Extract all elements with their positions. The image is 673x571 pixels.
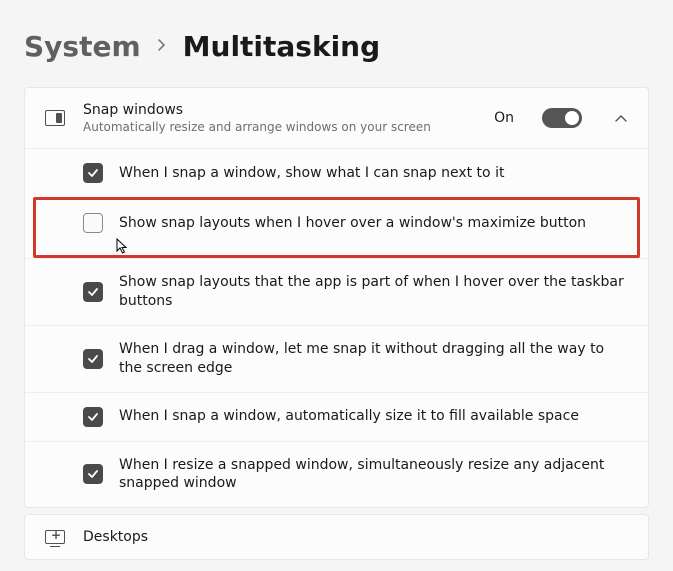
snap-option-checkbox[interactable] bbox=[83, 213, 103, 233]
snap-option-label: When I resize a snapped window, simultan… bbox=[119, 456, 628, 494]
desktops-panel[interactable]: Desktops bbox=[24, 514, 649, 560]
snap-option-checkbox[interactable] bbox=[83, 163, 103, 183]
breadcrumb: System Multitasking bbox=[24, 0, 649, 87]
snap-option-checkbox[interactable] bbox=[83, 282, 103, 302]
snap-option-checkbox[interactable] bbox=[83, 349, 103, 369]
snap-windows-icon bbox=[45, 110, 65, 126]
snap-option-checkbox[interactable] bbox=[83, 464, 103, 484]
desktops-icon bbox=[45, 530, 65, 544]
snap-option-checkbox[interactable] bbox=[83, 407, 103, 427]
breadcrumb-current: Multitasking bbox=[183, 30, 381, 63]
cursor-icon bbox=[116, 238, 130, 260]
chevron-right-icon bbox=[157, 36, 167, 57]
breadcrumb-parent[interactable]: System bbox=[24, 30, 141, 63]
snap-option-label: When I drag a window, let me snap it wit… bbox=[119, 340, 628, 378]
snap-option-row: When I resize a snapped window, simultan… bbox=[25, 441, 648, 508]
snap-option-label: Show snap layouts when I hover over a wi… bbox=[119, 214, 586, 233]
snap-option-row: Show snap layouts that the app is part o… bbox=[25, 258, 648, 325]
snap-toggle-label: On bbox=[494, 110, 514, 126]
snap-windows-subtitle: Automatically resize and arrange windows… bbox=[83, 120, 476, 134]
snap-windows-titles: Snap windows Automatically resize and ar… bbox=[83, 102, 476, 134]
snap-option-label: When I snap a window, show what I can sn… bbox=[119, 164, 504, 183]
snap-windows-header[interactable]: Snap windows Automatically resize and ar… bbox=[25, 88, 648, 148]
snap-option-row: When I snap a window, show what I can sn… bbox=[25, 148, 648, 197]
snap-windows-panel: Snap windows Automatically resize and ar… bbox=[24, 87, 649, 508]
snap-option-label: Show snap layouts that the app is part o… bbox=[119, 273, 628, 311]
desktops-title: Desktops bbox=[83, 529, 628, 545]
chevron-up-icon[interactable] bbox=[614, 109, 628, 128]
snap-option-label: When I snap a window, automatically size… bbox=[119, 407, 579, 426]
snap-toggle[interactable] bbox=[542, 108, 582, 128]
snap-windows-title: Snap windows bbox=[83, 102, 476, 118]
snap-option-row: When I snap a window, automatically size… bbox=[25, 392, 648, 441]
snap-option-row: Show snap layouts when I hover over a wi… bbox=[33, 197, 640, 258]
snap-option-row: When I drag a window, let me snap it wit… bbox=[25, 325, 648, 392]
